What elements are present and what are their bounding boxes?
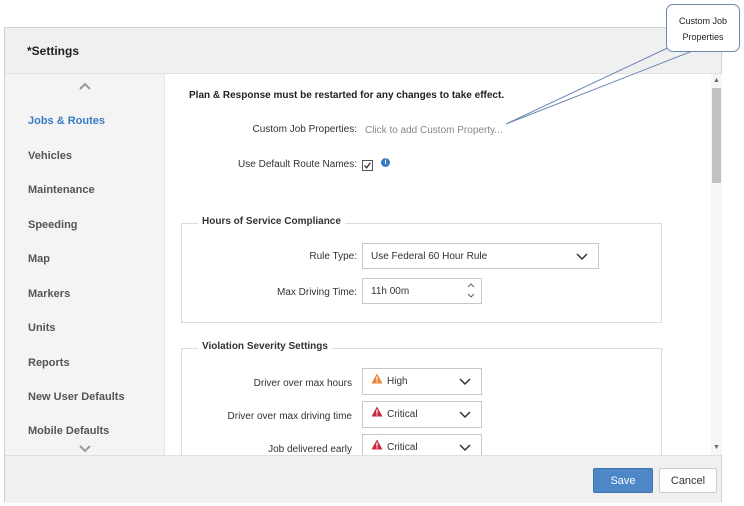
callout-text-line1: Custom Job <box>678 16 728 26</box>
callout-box: Custom Job Properties <box>666 4 740 52</box>
callout-text-line2: Properties <box>682 32 724 42</box>
callout-leader-line <box>505 43 696 125</box>
